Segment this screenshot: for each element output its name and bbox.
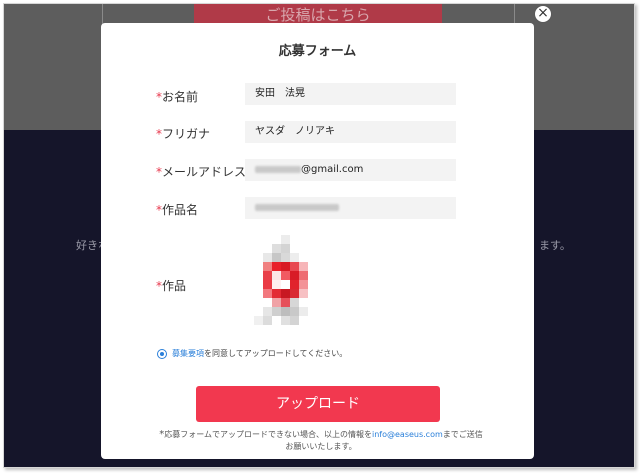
work-label: *作品 [156,279,187,293]
guidelines-link[interactable]: 募集要項 [172,349,204,358]
email-field[interactable]: @gmail.com [245,159,456,181]
name-label: *お名前 [156,90,199,104]
furigana-field[interactable]: ヤスダ ノリアキ [245,121,456,143]
help-note: *応募フォームでアップロードできない場合、以上の情報をinfo@easeus.c… [159,429,483,451]
application-form-modal: 応募フォーム *お名前 安田 法晃 *フリガナ ヤスダ ノリアキ *メールアドレ… [101,23,534,459]
title-label: *作品名 [156,203,199,217]
name-field[interactable]: 安田 法晃 [245,83,456,105]
background-right-text: ます。 [539,239,571,252]
email-label: *メールアドレス [156,165,247,179]
redacted-text [255,203,339,211]
upload-button[interactable]: アップロード [196,386,440,422]
work-title-field[interactable] [245,197,456,219]
furigana-label: *フリガナ [156,127,211,141]
redacted-text [255,165,301,173]
support-email-link[interactable]: info@easeus.com [372,430,443,439]
work-image-thumbnail[interactable] [254,235,317,331]
agreement-text: 募集要項を同意してアップロードしてください。 [172,349,348,358]
agree-radio[interactable] [157,349,167,359]
form-title: 応募フォーム [278,44,357,59]
close-icon[interactable]: × [534,5,552,23]
